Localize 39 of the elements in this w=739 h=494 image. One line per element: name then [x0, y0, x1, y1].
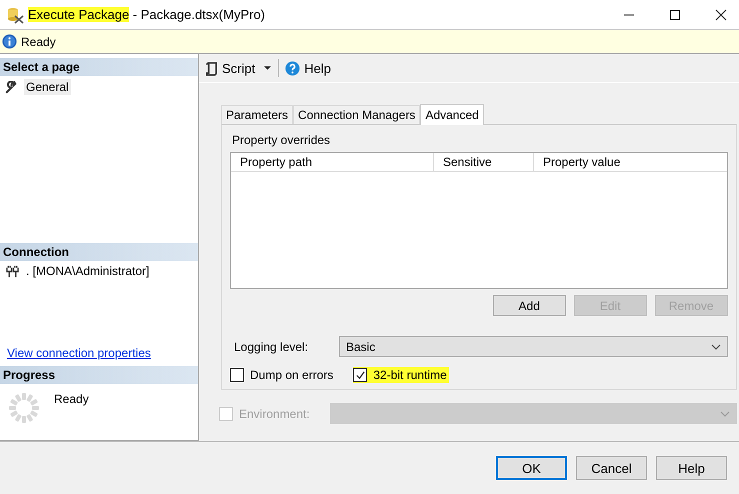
dropdown-caret-icon[interactable]	[264, 66, 272, 70]
connection-properties-link[interactable]: View connection properties	[0, 346, 198, 360]
chevron-down-icon	[720, 410, 730, 416]
page-item[interactable]: General	[24, 79, 71, 95]
script-icon	[205, 60, 218, 76]
script-button[interactable]: Script	[203, 58, 258, 78]
grid-button[interactable]: Add	[492, 295, 566, 316]
property-overrides-label: Property overrides	[232, 133, 332, 147]
section-header: Connection	[0, 243, 198, 261]
checkmark-icon	[354, 370, 366, 380]
server-name: . [MONA\Administrator]	[26, 264, 150, 278]
status-message: Ready	[21, 34, 56, 48]
dialog-button[interactable]: Cancel	[576, 456, 647, 480]
tab[interactable]: Parameters	[221, 105, 294, 124]
tab[interactable]: Connection Managers	[293, 105, 420, 124]
checkbox-option[interactable]: Dump on errors	[230, 367, 336, 383]
logging-level-label: Logging level:	[233, 340, 310, 354]
tab[interactable]: Advanced	[420, 104, 484, 125]
column-header[interactable]: Property path	[231, 153, 434, 171]
help-icon	[285, 60, 300, 76]
wrench-icon	[5, 80, 18, 94]
section-header: Progress	[0, 366, 198, 384]
close-icon[interactable]	[715, 8, 727, 20]
column-header[interactable]: Sensitive	[434, 153, 534, 171]
logging-level-dropdown[interactable]: Basic	[339, 336, 728, 357]
dialog-button[interactable]: Help	[656, 456, 727, 480]
chevron-down-icon	[710, 344, 721, 350]
plug-icon	[5, 264, 20, 278]
progress-status: Ready	[54, 392, 89, 406]
dialog-button[interactable]: OK	[496, 456, 567, 480]
maximize-icon[interactable]	[669, 8, 681, 20]
info-icon	[2, 34, 17, 49]
section-header: Select a page	[0, 58, 198, 76]
package-icon	[6, 6, 24, 24]
window-title: Execute Package - Package.dtsx(MyPro)	[28, 7, 266, 22]
progress-spinner-icon	[8, 392, 40, 424]
column-header[interactable]: Property value	[534, 153, 727, 171]
help-button[interactable]: Help	[283, 58, 333, 78]
checkbox-option[interactable]: 32-bit runtime	[353, 367, 449, 383]
